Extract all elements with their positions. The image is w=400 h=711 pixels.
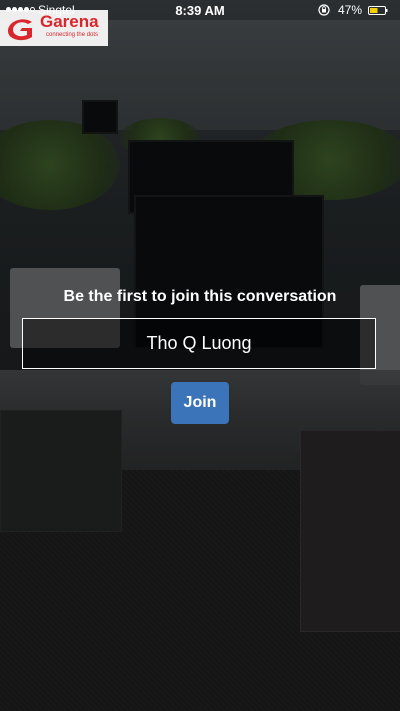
app-screen: Singtel 8:39 AM 47% Garena connecting th… xyxy=(0,0,400,711)
orientation-lock-icon xyxy=(318,4,330,16)
battery-percentage: 47% xyxy=(338,3,363,17)
join-button[interactable]: Join xyxy=(171,382,229,424)
display-name-input[interactable]: Tho Q Luong xyxy=(22,318,376,369)
join-prompt-title: Be the first to join this conversation xyxy=(63,288,337,305)
garena-watermark-logo: Garena connecting the dots xyxy=(0,10,108,46)
garena-logo-icon xyxy=(8,19,32,41)
watermark-brand: Garena xyxy=(40,12,99,31)
battery-icon xyxy=(368,6,388,15)
watermark-tagline: connecting the dots xyxy=(46,32,99,38)
